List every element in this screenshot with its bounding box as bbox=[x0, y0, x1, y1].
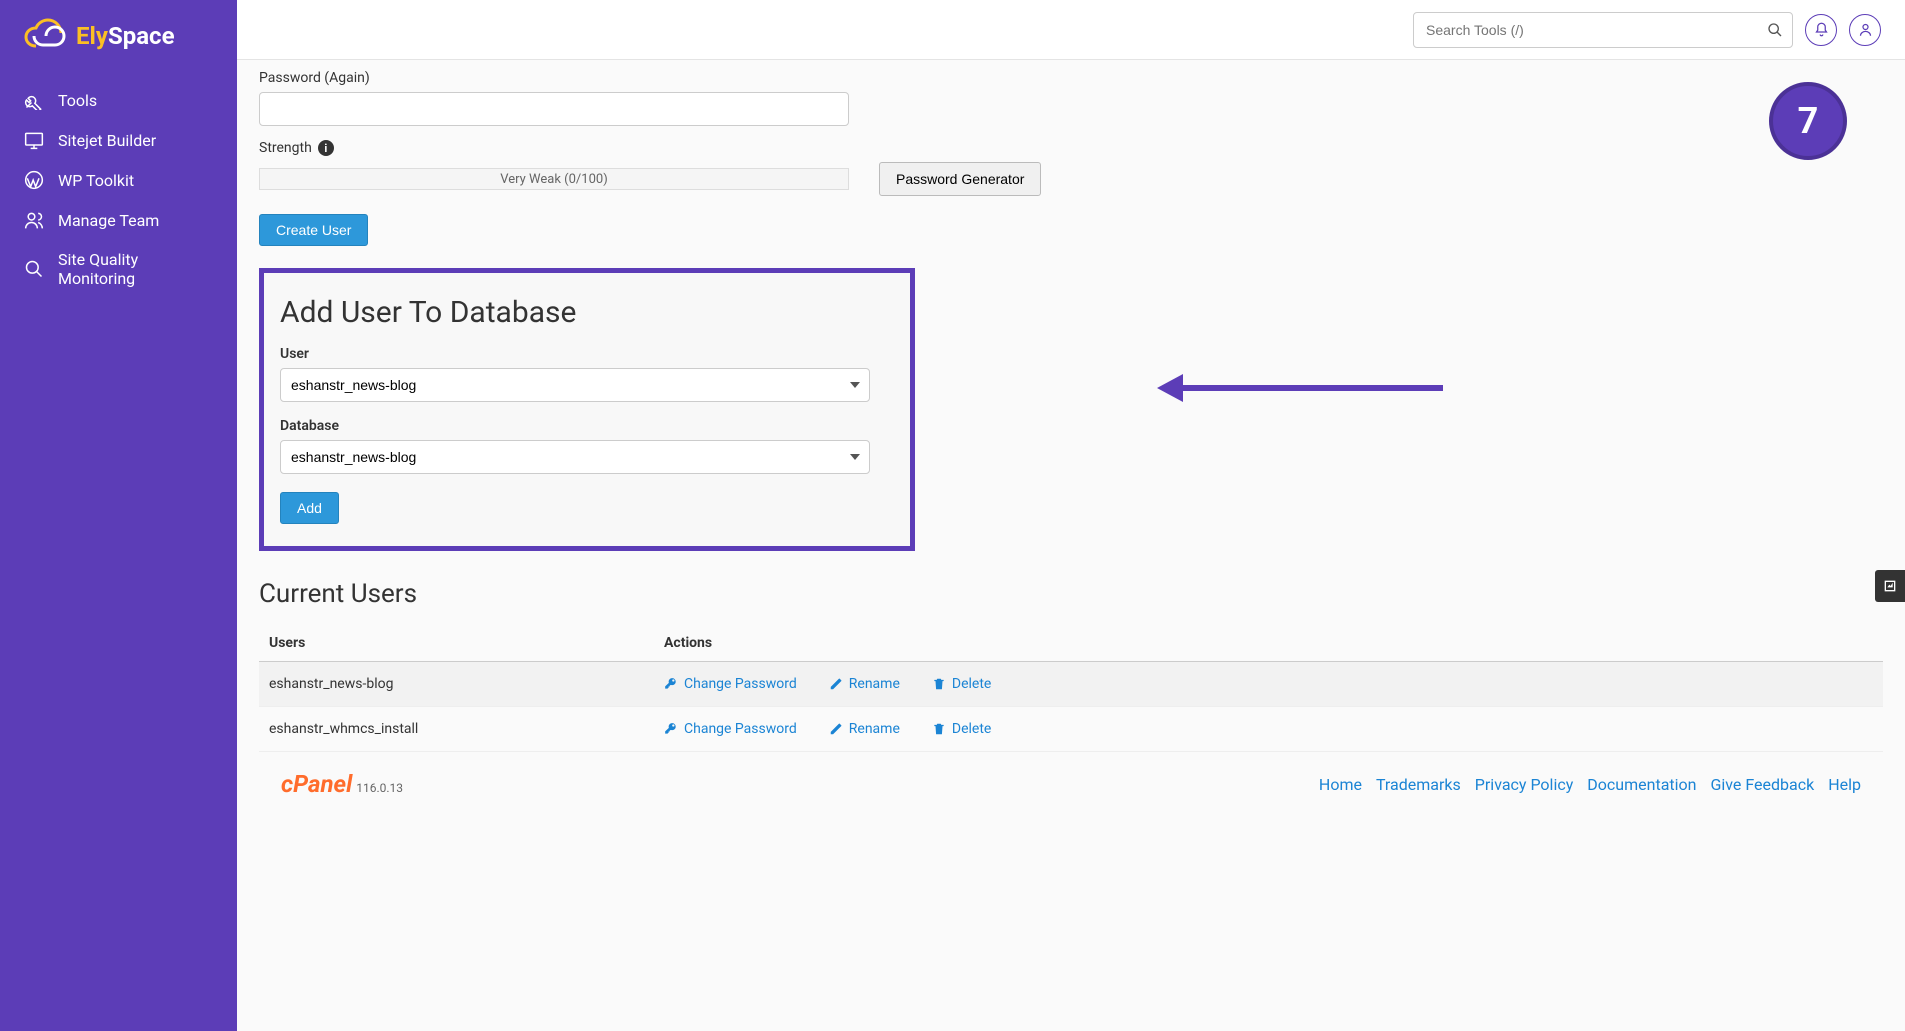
add-button[interactable]: Add bbox=[280, 492, 339, 524]
tools-icon bbox=[24, 90, 44, 110]
strength-bar-row: Very Weak (0/100) Password Generator bbox=[259, 162, 1883, 196]
cpanel-brand: cPanel 116.0.13 bbox=[281, 770, 403, 798]
user-cell: eshanstr_whmcs_install bbox=[259, 707, 654, 752]
user-cell: eshanstr_news-blog bbox=[259, 662, 654, 707]
key-icon bbox=[664, 722, 678, 736]
password-generator-button[interactable]: Password Generator bbox=[879, 162, 1041, 196]
footer-link-trademarks[interactable]: Trademarks bbox=[1376, 775, 1461, 794]
nav-label: Manage Team bbox=[58, 211, 159, 230]
strength-label: Strength bbox=[259, 140, 312, 156]
col-actions: Actions bbox=[654, 625, 1883, 662]
rename-link[interactable]: Rename bbox=[829, 676, 900, 692]
chart-icon bbox=[1882, 578, 1898, 594]
add-user-to-db-section: Add User To Database User eshanstr_news-… bbox=[259, 268, 915, 551]
wordpress-icon bbox=[24, 170, 44, 190]
nav-label: Tools bbox=[58, 91, 97, 110]
bell-icon bbox=[1814, 22, 1829, 37]
nav-label: Sitejet Builder bbox=[58, 131, 156, 150]
magnify-icon bbox=[24, 259, 44, 279]
db-select-label: Database bbox=[280, 418, 894, 434]
password-again-group: Password (Again) bbox=[259, 70, 1883, 126]
footer-link-privacy[interactable]: Privacy Policy bbox=[1475, 775, 1574, 794]
arrow-line bbox=[1183, 385, 1443, 391]
search-icon bbox=[1767, 22, 1783, 38]
sidebar-item-site-quality[interactable]: Site Quality Monitoring bbox=[0, 240, 237, 298]
user-select-label: User bbox=[280, 346, 894, 362]
delete-link[interactable]: Delete bbox=[932, 721, 991, 737]
user-menu-button[interactable] bbox=[1849, 14, 1881, 46]
delete-link[interactable]: Delete bbox=[932, 676, 991, 692]
add-user-title: Add User To Database bbox=[280, 295, 894, 330]
nav-label: Site Quality Monitoring bbox=[58, 250, 213, 288]
user-select[interactable]: eshanstr_news-blog bbox=[280, 368, 870, 402]
rename-link[interactable]: Rename bbox=[829, 721, 900, 737]
strength-meter: Very Weak (0/100) bbox=[259, 168, 849, 190]
database-select[interactable]: eshanstr_news-blog bbox=[280, 440, 870, 474]
nav-label: WP Toolkit bbox=[58, 171, 134, 190]
sidebar-item-wp-toolkit[interactable]: WP Toolkit bbox=[0, 160, 237, 200]
footer-link-documentation[interactable]: Documentation bbox=[1587, 775, 1696, 794]
key-icon bbox=[664, 677, 678, 691]
sidebar: ElySpace Tools Sitejet Builder WP Toolki… bbox=[0, 0, 237, 1031]
change-password-link[interactable]: Change Password bbox=[664, 676, 797, 692]
step-badge: 7 bbox=[1769, 82, 1847, 160]
password-again-input[interactable] bbox=[259, 92, 849, 126]
sidebar-item-tools[interactable]: Tools bbox=[0, 80, 237, 120]
footer: cPanel 116.0.13 Home Trademarks Privacy … bbox=[259, 752, 1883, 816]
current-users-title: Current Users bbox=[259, 579, 1883, 609]
footer-links: Home Trademarks Privacy Policy Documenta… bbox=[1319, 775, 1861, 794]
search-box bbox=[1413, 12, 1793, 48]
password-again-label: Password (Again) bbox=[259, 70, 1883, 86]
sidebar-nav: Tools Sitejet Builder WP Toolkit Manage … bbox=[0, 72, 237, 306]
footer-link-help[interactable]: Help bbox=[1828, 775, 1861, 794]
trash-icon bbox=[932, 722, 946, 736]
team-icon bbox=[24, 210, 44, 230]
current-users-section: Current Users Users Actions eshanstr_new… bbox=[259, 579, 1883, 752]
create-user-button[interactable]: Create User bbox=[259, 214, 368, 246]
logo[interactable]: ElySpace bbox=[0, 0, 237, 72]
monitor-icon bbox=[24, 130, 44, 150]
table-row: eshanstr_news-blog Change Password bbox=[259, 662, 1883, 707]
pencil-icon bbox=[829, 722, 843, 736]
info-icon[interactable]: i bbox=[318, 140, 334, 156]
header bbox=[237, 0, 1905, 60]
stats-side-tab[interactable] bbox=[1875, 570, 1905, 602]
footer-link-home[interactable]: Home bbox=[1319, 775, 1362, 794]
change-password-link[interactable]: Change Password bbox=[664, 721, 797, 737]
footer-link-feedback[interactable]: Give Feedback bbox=[1710, 775, 1814, 794]
arrow-annotation bbox=[1157, 374, 1443, 402]
users-table: Users Actions eshanstr_news-blog bbox=[259, 625, 1883, 752]
user-icon bbox=[1858, 22, 1873, 37]
table-row: eshanstr_whmcs_install Change Password bbox=[259, 707, 1883, 752]
content: 7 Password (Again) Strength i Very Weak … bbox=[237, 60, 1905, 1031]
col-users: Users bbox=[259, 625, 654, 662]
sidebar-item-sitejet[interactable]: Sitejet Builder bbox=[0, 120, 237, 160]
cpanel-logo: cPanel bbox=[281, 770, 352, 798]
version-text: 116.0.13 bbox=[356, 781, 403, 795]
arrow-head-icon bbox=[1157, 374, 1183, 402]
search-input[interactable] bbox=[1413, 12, 1793, 48]
strength-label-row: Strength i bbox=[259, 140, 1883, 156]
pencil-icon bbox=[829, 677, 843, 691]
sidebar-item-manage-team[interactable]: Manage Team bbox=[0, 200, 237, 240]
notifications-button[interactable] bbox=[1805, 14, 1837, 46]
cloud-link-icon bbox=[22, 18, 70, 54]
trash-icon bbox=[932, 677, 946, 691]
